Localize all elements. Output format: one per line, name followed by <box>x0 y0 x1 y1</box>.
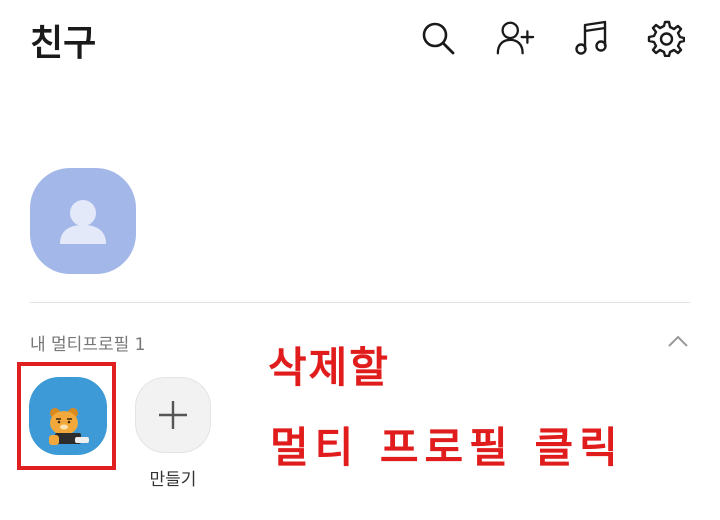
search-icon[interactable] <box>418 18 458 58</box>
settings-icon[interactable] <box>646 18 686 58</box>
annotation-line-1: 삭제할 <box>268 343 390 392</box>
section-divider <box>30 302 690 303</box>
page-title: 친구 <box>30 23 97 64</box>
music-icon[interactable] <box>572 18 612 58</box>
my-profile-avatar[interactable] <box>30 168 136 274</box>
create-button-label: 만들기 <box>149 470 197 490</box>
multi-profile-section-label: 내 멀티프로필 1 <box>30 335 146 355</box>
annotation-line-2: 멀티 프로필 클릭 <box>270 423 624 472</box>
selection-highlight-box <box>17 362 116 470</box>
plus-icon <box>159 401 187 429</box>
chevron-up-icon[interactable] <box>664 328 692 356</box>
default-person-icon <box>60 200 106 244</box>
create-multi-profile-button[interactable] <box>135 377 211 453</box>
add-friend-icon[interactable] <box>495 18 535 58</box>
